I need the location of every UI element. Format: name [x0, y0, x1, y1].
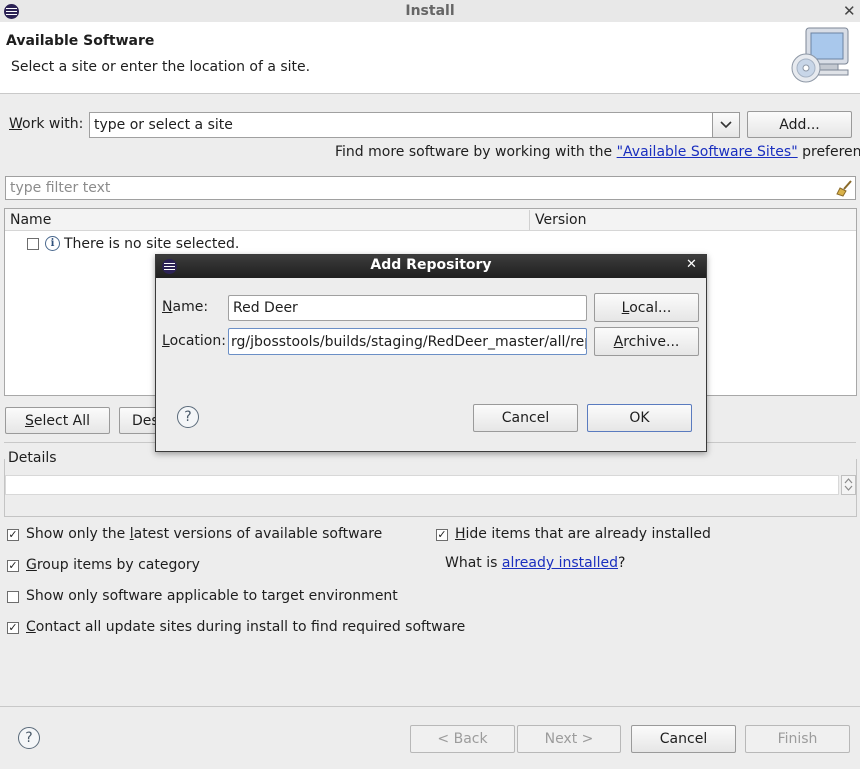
repo-name-label: Name: [162, 299, 209, 315]
back-button[interactable]: < Back [410, 725, 515, 753]
work-with-value: type or select a site [94, 117, 233, 133]
applicable-target-checkbox[interactable] [7, 591, 19, 603]
cancel-button[interactable]: Cancel [631, 725, 736, 753]
what-is-suffix: ? [618, 555, 626, 571]
details-text-area[interactable] [5, 475, 839, 495]
column-header-name[interactable]: Name [10, 212, 51, 228]
find-more-prefix: Find more software by working with the [335, 144, 617, 160]
find-more-text: Find more software by working with the "… [335, 144, 860, 160]
repo-name-input[interactable]: Red Deer [228, 295, 587, 321]
dialog-help-icon[interactable]: ? [177, 406, 199, 428]
info-icon: i [45, 236, 60, 251]
select-all-button[interactable]: Select All [5, 407, 110, 434]
dialog-cancel-button[interactable]: Cancel [473, 404, 578, 432]
what-is-installed-text: What is already installed? [445, 555, 625, 571]
filter-placeholder: type filter text [10, 180, 111, 196]
local-button-label: Local... [621, 299, 672, 316]
applicable-target-label[interactable]: Show only software applicable to target … [26, 588, 398, 604]
dialog-ok-label: OK [629, 410, 650, 426]
work-with-label: Work with: [9, 116, 84, 132]
next-button-label: Next > [544, 731, 594, 747]
hide-installed-label[interactable]: Hide items that are already installed [455, 526, 711, 542]
column-header-version[interactable]: Version [535, 212, 586, 228]
footer-separator [0, 706, 860, 707]
dialog-title: Add Repository [370, 257, 492, 273]
repo-location-value: rg/jbosstools/builds/staging/RedDeer_mas… [231, 333, 587, 350]
work-with-dropdown-button[interactable] [712, 112, 740, 138]
group-category-label[interactable]: Group items by category [26, 557, 200, 573]
next-button[interactable]: Next > [517, 725, 621, 753]
group-category-checkbox[interactable]: ✓ [7, 560, 19, 572]
hide-installed-checkbox[interactable]: ✓ [436, 529, 448, 541]
banner-title: Available Software [6, 33, 155, 49]
archive-button-label: Archive... [613, 333, 680, 350]
contact-sites-checkbox[interactable]: ✓ [7, 622, 19, 634]
help-icon[interactable]: ? [18, 727, 40, 749]
what-is-prefix: What is [445, 555, 502, 571]
window-title: Install [405, 3, 455, 19]
select-all-label: Select All [25, 412, 90, 429]
finish-button[interactable]: Finish [745, 725, 850, 753]
table-header [5, 209, 856, 231]
already-installed-link[interactable]: already installed [502, 555, 618, 571]
cancel-button-label: Cancel [659, 731, 708, 747]
close-icon[interactable]: ✕ [843, 2, 856, 20]
available-software-sites-link[interactable]: "Available Software Sites" [617, 144, 798, 160]
contact-sites-label[interactable]: Contact all update sites during install … [26, 619, 465, 635]
finish-button-label: Finish [777, 731, 818, 747]
back-button-label: < Back [437, 731, 488, 747]
dialog-close-icon[interactable]: ✕ [686, 257, 697, 272]
repo-location-label: Location: [162, 333, 226, 349]
clear-filter-broom-icon[interactable] [836, 179, 854, 197]
filter-input[interactable]: type filter text [5, 176, 856, 200]
local-button[interactable]: Local... [594, 293, 699, 322]
dialog-cancel-label: Cancel [501, 410, 550, 426]
column-divider [529, 210, 530, 230]
banner-subtitle: Select a site or enter the location of a… [11, 59, 311, 75]
scroll-down-icon[interactable] [841, 484, 856, 494]
archive-button[interactable]: Archive... [594, 327, 699, 356]
add-site-button-label: Add... [779, 116, 820, 133]
show-latest-label[interactable]: Show only the latest versions of availab… [26, 526, 382, 542]
repo-name-value: Red Deer [233, 300, 298, 316]
dropdown-arrow-icon [720, 121, 732, 129]
work-with-combo[interactable]: type or select a site [89, 112, 713, 138]
add-site-button[interactable]: Add... [747, 111, 852, 138]
find-more-suffix: preferences. [802, 144, 860, 160]
show-latest-checkbox[interactable]: ✓ [7, 529, 19, 541]
install-cd-computer-icon [791, 27, 849, 83]
table-row-checkbox[interactable] [27, 238, 39, 250]
dialog-ok-button[interactable]: OK [587, 404, 692, 432]
repo-location-input[interactable]: rg/jbosstools/builds/staging/RedDeer_mas… [228, 328, 587, 355]
table-row-name: There is no site selected. [64, 236, 240, 252]
